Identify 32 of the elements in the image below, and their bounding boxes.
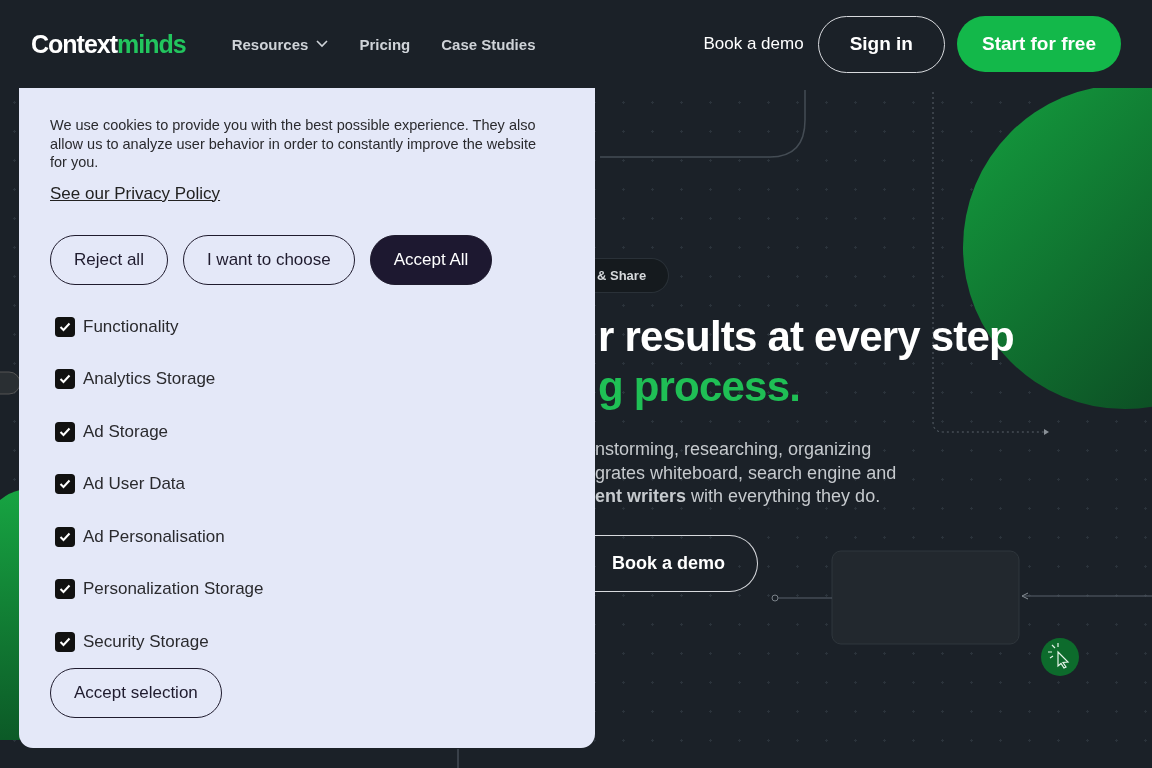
option-label: Security Storage xyxy=(83,631,209,652)
nav-link[interactable]: Resources xyxy=(231,35,329,53)
option-label: Functionality xyxy=(83,316,179,337)
logo[interactable]: Contextminds xyxy=(31,29,186,59)
consent-button[interactable]: Reject all xyxy=(50,234,168,285)
checkbox[interactable] xyxy=(55,474,75,495)
checkbox[interactable] xyxy=(55,579,75,600)
cookie-description: We use cookies to provide you with the best possible experience. They also allow us to analyze user behavior in order to constantly improve the website for you. xyxy=(50,116,537,172)
checkbox[interactable] xyxy=(55,369,75,390)
option-label: Personalization Storage xyxy=(83,579,264,600)
hero-description: nstorming, researching, organizing grates whiteboard, search engine and ent writers with everything they do. xyxy=(595,438,897,508)
checkbox[interactable] xyxy=(55,631,75,652)
checkbox[interactable] xyxy=(55,421,75,442)
decorative-pill xyxy=(0,371,21,395)
book-demo-link[interactable]: Book a demo xyxy=(703,34,804,54)
option-label: Ad Storage xyxy=(83,421,169,442)
option-label: Ad Personalisation xyxy=(83,526,225,547)
option-label: Ad User Data xyxy=(83,474,186,495)
accept-all-button[interactable]: Accept All xyxy=(369,234,493,285)
connector-line xyxy=(771,594,833,602)
nav-link[interactable]: Case Studies xyxy=(441,35,536,53)
hero-headline: r results at every step xyxy=(598,312,1014,362)
accept-selection-button[interactable]: Accept selection xyxy=(50,668,222,718)
cursor-click-icon xyxy=(1041,638,1079,676)
checkbox[interactable] xyxy=(55,316,75,337)
tag-chip: & Share xyxy=(595,258,670,293)
hero-headline: g process. xyxy=(598,362,801,412)
checkbox[interactable] xyxy=(55,526,75,547)
connector-line xyxy=(457,748,459,768)
nav-link[interactable]: Pricing xyxy=(359,35,411,53)
privacy-policy-link[interactable]: See our Privacy Policy xyxy=(50,183,221,204)
option-label: Analytics Storage xyxy=(83,369,216,390)
